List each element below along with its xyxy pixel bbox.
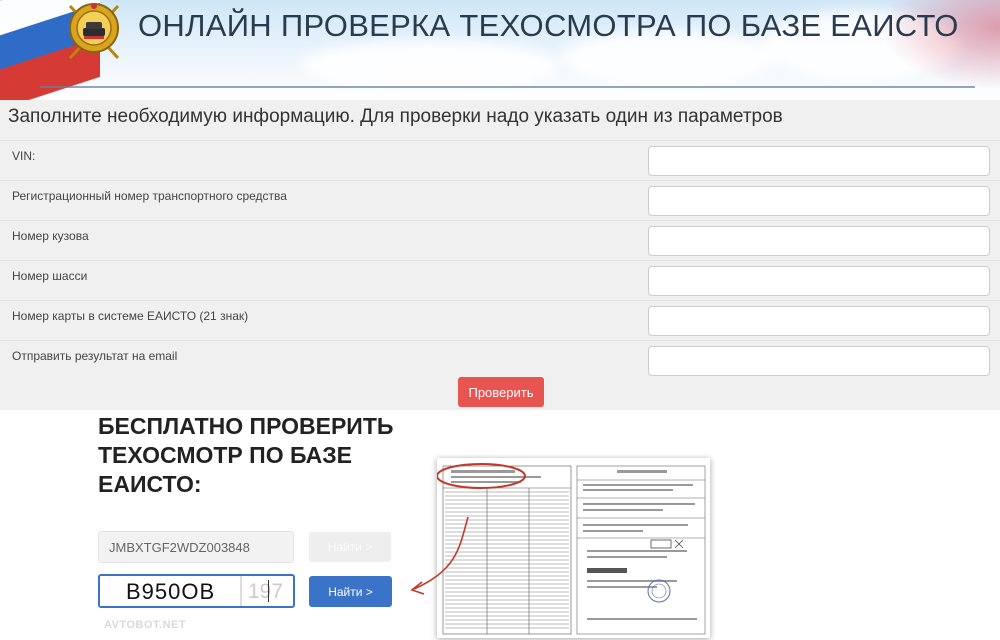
card-number-label: Номер карты в системе ЕАИСТО (21 знак): [12, 309, 249, 323]
card-number-input[interactable]: [648, 306, 990, 336]
email-label: Отправить результат на email: [12, 349, 178, 363]
body-number-label: Номер кузова: [12, 229, 89, 243]
promo-title: БЕСПЛАТНО ПРОВЕРИТЬ ТЕХОСМОТР ПО БАЗЕ ЕА…: [98, 412, 393, 499]
eaisto-check-form: Заполните необходимую информацию. Для пр…: [0, 100, 1000, 410]
chassis-number-input[interactable]: [648, 266, 990, 296]
form-instructions: Заполните необходимую информацию. Для пр…: [8, 106, 783, 127]
find-button-disabled[interactable]: Найти >: [309, 532, 391, 562]
form-row-email: Отправить результат на email: [0, 340, 1000, 380]
reg-number-input[interactable]: [648, 186, 990, 216]
form-row-chassis-number: Номер шасси: [0, 260, 1000, 300]
form-row-vin: VIN:: [0, 140, 1000, 180]
find-button[interactable]: Найти >: [309, 576, 392, 607]
reg-number-label: Регистрационный номер транспортного сред…: [12, 189, 287, 203]
vin-input[interactable]: [648, 146, 990, 176]
vin-label: VIN:: [12, 149, 36, 163]
text-caret: [268, 580, 269, 602]
watermark: AVTOBOT.NET: [104, 619, 187, 631]
promo-title-line: ЕАИСТО:: [98, 471, 202, 497]
plate-number-field[interactable]: В950ОВ 197: [98, 574, 295, 608]
header-divider: [40, 86, 975, 88]
chassis-number-label: Номер шасси: [12, 269, 88, 283]
form-row-reg-number: Регистрационный номер транспортного сред…: [0, 180, 1000, 220]
check-button[interactable]: Проверить: [458, 377, 544, 407]
traffic-police-emblem-icon: [68, 3, 120, 60]
promo-title-line: ТЕХОСМОТР ПО БАЗЕ: [98, 442, 352, 468]
plate-number: В950ОВ: [126, 579, 216, 604]
page: ОНЛАЙН ПРОВЕРКА ТЕХОСМОТРА ПО БАЗЕ ЕАИСТ…: [0, 0, 1000, 640]
plate-divider: [240, 576, 242, 606]
page-title: ОНЛАЙН ПРОВЕРКА ТЕХОСМОТРА ПО БАЗЕ ЕАИСТ…: [138, 8, 959, 43]
email-input[interactable]: [648, 346, 990, 376]
body-number-input[interactable]: [648, 226, 990, 256]
header-banner: ОНЛАЙН ПРОВЕРКА ТЕХОСМОТРА ПО БАЗЕ ЕАИСТ…: [0, 0, 1000, 100]
plate-region: 197: [248, 580, 284, 603]
vin-example-field[interactable]: JMBXTGF2WDZ003848: [98, 531, 294, 563]
form-row-body-number: Номер кузова: [0, 220, 1000, 260]
form-row-card-number: Номер карты в системе ЕАИСТО (21 знак): [0, 300, 1000, 340]
curved-arrow-icon: [410, 516, 469, 595]
promo-title-line: БЕСПЛАТНО ПРОВЕРИТЬ: [98, 413, 394, 439]
